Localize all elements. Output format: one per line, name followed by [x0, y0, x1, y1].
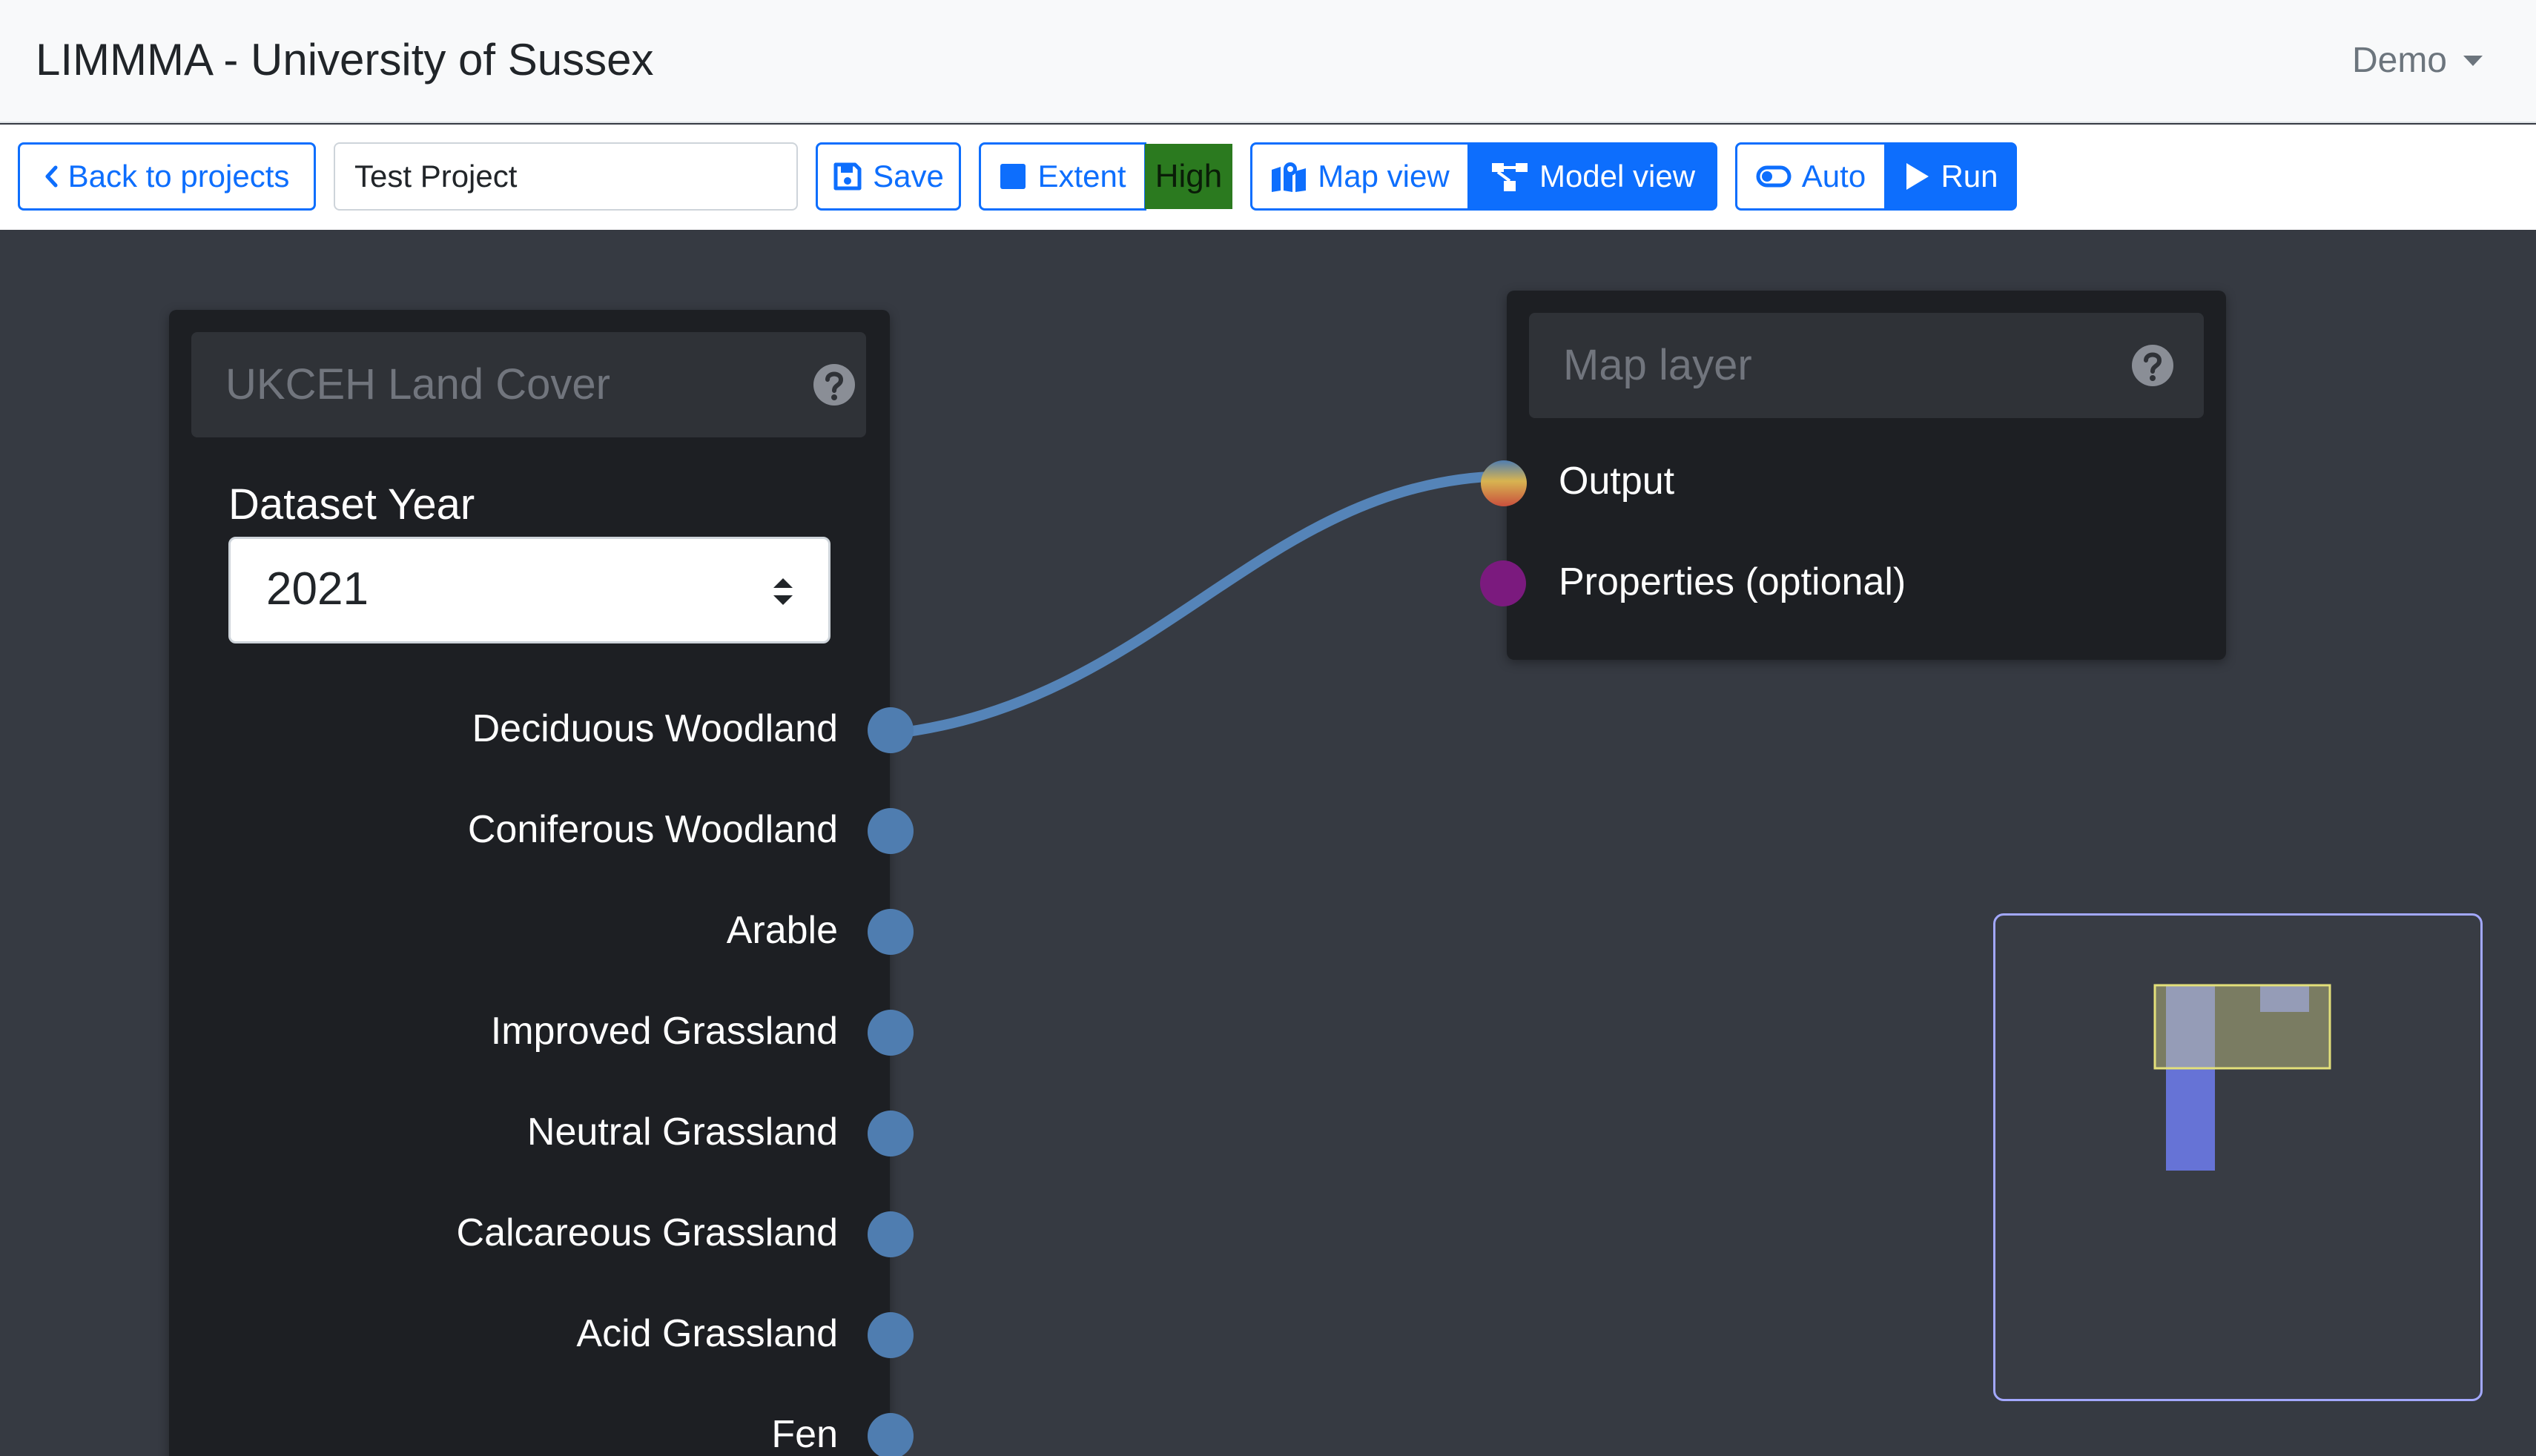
dataset-year-label: Dataset Year [228, 480, 475, 529]
output-socket-deciduous-woodland[interactable] [868, 707, 914, 753]
output-socket-arable[interactable] [868, 909, 914, 955]
dataset-year-value: 2021 [266, 563, 369, 615]
caret-down-icon [2463, 56, 2483, 66]
diagram-nodes-icon [1491, 163, 1528, 191]
output-label-improved-grassland: Improved Grassland [490, 1010, 838, 1053]
land-cover-node-title: UKCEH Land Cover [225, 360, 610, 408]
map-view-button[interactable]: Map view [1250, 142, 1470, 211]
toolbar: Back to projects Save Extent High Map vi… [0, 125, 2536, 230]
extent-button[interactable]: Extent [979, 142, 1146, 211]
map-layer-node-header[interactable]: Map layer [1529, 313, 2204, 418]
chevron-left-icon [45, 165, 58, 188]
resolution-badge[interactable]: High [1145, 144, 1232, 209]
map-location-icon [1272, 162, 1307, 192]
input-label-output: Output [1559, 460, 1675, 503]
question-circle-icon[interactable] [2131, 344, 2174, 387]
save-label: Save [873, 159, 944, 193]
project-name-input[interactable] [334, 142, 798, 211]
toggle-icon [1756, 165, 1792, 188]
model-canvas[interactable]: UKCEH Land Cover Dataset Year 2021 Decid… [0, 230, 2536, 1456]
input-socket-properties[interactable] [1480, 560, 1526, 606]
auto-toggle-button[interactable]: Auto [1735, 142, 1886, 211]
play-icon [1906, 163, 1929, 190]
canvas-minimap[interactable] [1993, 913, 2483, 1401]
save-button[interactable]: Save [816, 142, 961, 211]
model-view-button[interactable]: Model view [1468, 142, 1717, 211]
land-cover-node[interactable]: UKCEH Land Cover Dataset Year 2021 Decid… [169, 310, 914, 1456]
input-label-properties: Properties (optional) [1559, 560, 1906, 603]
back-to-projects-button[interactable]: Back to projects [18, 142, 316, 211]
output-label-arable: Arable [726, 909, 838, 952]
top-navbar: LIMMMA - University of Sussex Demo [0, 0, 2536, 123]
question-circle-icon[interactable] [813, 363, 856, 406]
floppy-disk-icon [833, 162, 862, 191]
model-view-label: Model view [1539, 159, 1696, 193]
map-view-label: Map view [1318, 159, 1450, 193]
auto-label: Auto [1801, 159, 1866, 193]
back-label: Back to projects [67, 159, 290, 193]
run-button[interactable]: Run [1885, 142, 2017, 211]
output-socket-neutral-grassland[interactable] [868, 1111, 914, 1156]
output-label-fen: Fen [771, 1413, 838, 1456]
map-layer-node-title: Map layer [1563, 341, 1752, 389]
minimap-viewport [2153, 984, 2331, 1070]
output-socket-acid-grassland[interactable] [868, 1312, 914, 1358]
app-title[interactable]: LIMMMA - University of Sussex [36, 34, 654, 86]
square-icon [1000, 164, 1026, 189]
output-socket-improved-grassland[interactable] [868, 1010, 914, 1056]
output-socket-calcareous-grassland[interactable] [868, 1211, 914, 1257]
input-socket-output[interactable] [1480, 460, 1528, 507]
land-cover-node-header[interactable]: UKCEH Land Cover [191, 332, 866, 437]
user-menu-dropdown[interactable]: Demo [2352, 39, 2483, 83]
output-label-coniferous-woodland: Coniferous Woodland [467, 808, 838, 851]
output-label-deciduous-woodland: Deciduous Woodland [472, 707, 838, 750]
minimap-content [2153, 984, 2331, 1171]
user-menu-label: Demo [2351, 41, 2447, 80]
sort-arrows-icon [773, 578, 793, 605]
dataset-year-select[interactable]: 2021 [228, 537, 831, 643]
output-socket-coniferous-woodland[interactable] [868, 808, 914, 854]
output-label-calcareous-grassland: Calcareous Grassland [456, 1211, 838, 1254]
run-label: Run [1941, 159, 1998, 193]
output-label-neutral-grassland: Neutral Grassland [526, 1111, 838, 1154]
output-socket-fen[interactable] [868, 1413, 914, 1456]
extent-label: Extent [1037, 159, 1126, 193]
output-label-acid-grassland: Acid Grassland [576, 1312, 838, 1355]
